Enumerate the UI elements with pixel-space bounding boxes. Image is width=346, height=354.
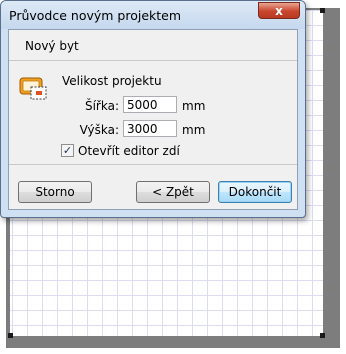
canvas-corner-handle[interactable] xyxy=(320,333,325,338)
dialog-body: Nový byt Velikost projektu Šířka: mm Výš… xyxy=(8,29,298,210)
project-size-icon xyxy=(19,77,47,100)
wizard-header: Nový byt xyxy=(9,30,297,61)
back-button-label: < Zpět xyxy=(152,185,194,199)
canvas-corner-handle[interactable] xyxy=(8,333,13,338)
cancel-button-label: Storno xyxy=(35,185,75,199)
height-input[interactable] xyxy=(123,120,177,137)
close-icon: x xyxy=(275,3,283,18)
width-label: Šířka: xyxy=(84,99,119,113)
back-button[interactable]: < Zpět xyxy=(136,181,210,203)
finish-button-label: Dokončit xyxy=(228,185,282,199)
dialog-titlebar[interactable]: Průvodce novým projektem x xyxy=(1,1,305,29)
open-wall-editor-label[interactable]: Otevřít editor zdí xyxy=(78,144,180,158)
cancel-button[interactable]: Storno xyxy=(18,181,92,203)
width-input[interactable] xyxy=(123,96,177,113)
project-size-label: Velikost projektu xyxy=(62,74,162,88)
finish-button[interactable]: Dokončit xyxy=(218,181,292,203)
close-button[interactable]: x xyxy=(258,2,300,19)
canvas-corner-handle[interactable] xyxy=(320,8,325,13)
height-label: Výška: xyxy=(79,123,119,137)
divider xyxy=(9,164,297,165)
width-unit: mm xyxy=(182,99,206,113)
height-unit: mm xyxy=(182,123,206,137)
open-wall-editor-checkbox[interactable]: ✓ xyxy=(61,144,74,157)
dialog-title: Průvodce novým projektem xyxy=(9,8,182,23)
new-project-wizard-dialog: Průvodce novým projektem x Nový byt Veli… xyxy=(0,0,306,218)
checkmark-icon: ✓ xyxy=(62,144,73,157)
wizard-step-title: Nový byt xyxy=(25,39,79,53)
